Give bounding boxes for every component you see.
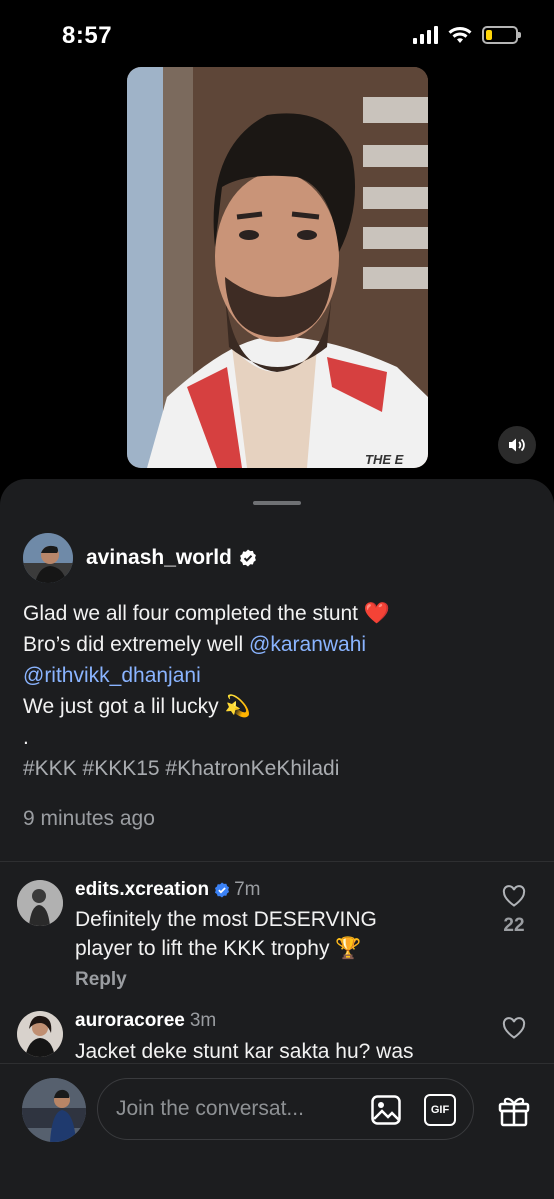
heart-outline-icon[interactable]: [502, 1017, 526, 1039]
post-caption: Glad we all four completed the stunt ❤️ …: [23, 598, 533, 784]
comment-username[interactable]: edits.xcreation: [75, 879, 209, 901]
caption-text-2: Bro’s did extremely well: [23, 633, 244, 656]
caption-hashtags[interactable]: #KKK #KKK15 #KhatronKeKhiladi: [23, 753, 533, 784]
comment-text-line-1: Jacket deke stunt kar sakta hu? was: [75, 1040, 414, 1063]
comment-username[interactable]: auroracoree: [75, 1010, 185, 1032]
sheet-grabber[interactable]: [253, 501, 301, 505]
heart-outline-icon[interactable]: [502, 885, 526, 907]
status-bar: 8:57: [0, 0, 554, 64]
mention-karanwahi[interactable]: @karanwahi: [249, 633, 366, 656]
caption-line-2: Bro’s did extremely well @karanwahi: [23, 629, 533, 660]
comment-text: Jacket deke stunt kar sakta hu? was: [75, 1037, 414, 1066]
like-count: 22: [503, 915, 525, 936]
verified-badge-icon: [215, 882, 230, 898]
trophy-emoji: 🏆: [335, 937, 362, 960]
battery-level: [486, 30, 492, 40]
comment-header: edits.xcreation 7m: [75, 879, 261, 901]
comment-composer[interactable]: Join the conversat... GIF: [97, 1078, 474, 1140]
commenter-avatar[interactable]: [17, 1011, 63, 1057]
caption-text-4: We just got a lil lucky: [23, 695, 219, 718]
speaker-icon: [509, 438, 525, 452]
image-icon[interactable]: [370, 1094, 402, 1126]
comment-header: auroracoree 3m: [75, 1010, 216, 1032]
divider: [0, 861, 554, 862]
wifi-icon: [448, 27, 472, 43]
caption-dot: .: [23, 726, 29, 749]
my-avatar[interactable]: [22, 1078, 86, 1142]
verified-badge-icon: [239, 549, 257, 567]
composer-bar: Join the conversat... GIF: [0, 1063, 554, 1199]
comment-text-line-2-text: player to lift the KKK trophy: [75, 937, 330, 960]
comment-time: 7m: [234, 879, 261, 900]
video-frame: THE E: [127, 67, 428, 468]
caption-line-4: We just got a lil lucky 💫: [23, 691, 533, 722]
battery-icon: [482, 26, 521, 44]
comment-input[interactable]: Join the conversat...: [116, 1097, 336, 1121]
reply-button[interactable]: Reply: [75, 969, 127, 991]
post-author[interactable]: avinash_world: [23, 533, 257, 583]
jacket-print: THE E: [365, 452, 404, 467]
gift-icon[interactable]: [497, 1093, 531, 1127]
comment-text-line-1: Definitely the most DESERVING: [75, 908, 377, 931]
comment-time: 3m: [189, 1010, 217, 1031]
sound-toggle-button[interactable]: [498, 426, 536, 464]
video-player[interactable]: THE E: [127, 67, 428, 468]
comment-text-line-2: player to lift the KKK trophy 🏆: [75, 934, 377, 963]
author-username[interactable]: avinash_world: [86, 546, 232, 570]
clock: 8:57: [62, 22, 113, 49]
caption-text-1: Glad we all four completed the stunt: [23, 602, 359, 625]
author-avatar[interactable]: [23, 533, 73, 583]
status-icons: [413, 26, 521, 44]
caption-line-3: @rithvikk_dhanjani: [23, 660, 533, 691]
commenter-avatar[interactable]: [17, 880, 63, 926]
comment-like[interactable]: [502, 1017, 526, 1039]
gif-button[interactable]: GIF: [424, 1094, 456, 1126]
post-timestamp: 9 minutes ago: [23, 807, 155, 830]
comment-text: Definitely the most DESERVING player to …: [75, 905, 377, 963]
heart-emoji: ❤️: [363, 602, 391, 625]
dizzy-emoji: 💫: [224, 695, 251, 718]
mention-rithvikk-dhanjani[interactable]: @rithvikk_dhanjani: [23, 664, 201, 687]
caption-line-1: Glad we all four completed the stunt ❤️: [23, 598, 533, 629]
cellular-signal-icon: [413, 26, 438, 44]
comment-like[interactable]: 22: [502, 885, 526, 937]
